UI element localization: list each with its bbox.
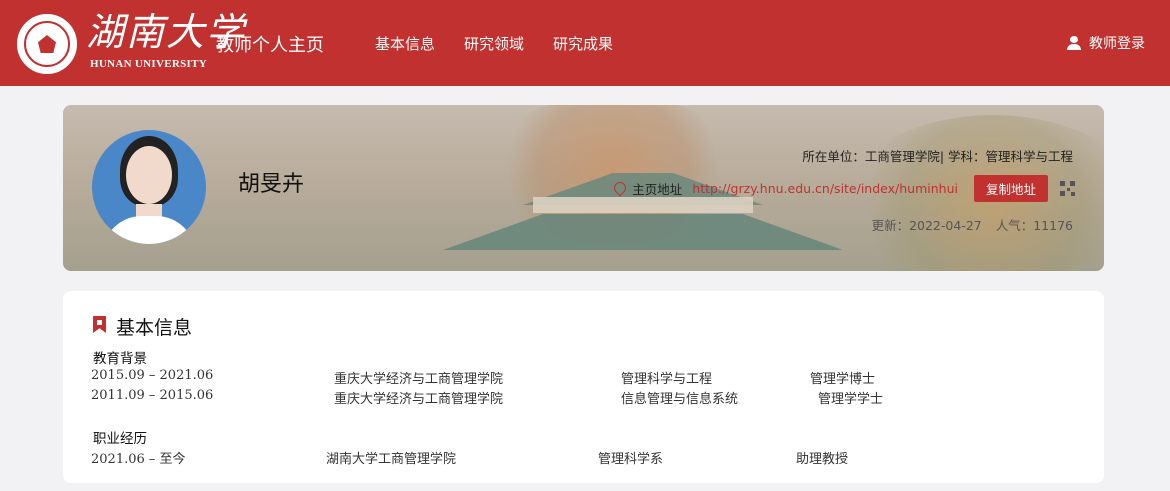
nav-basic-info[interactable]: 基本信息 bbox=[375, 33, 435, 54]
logo-english[interactable]: HUNAN UNIVERSITY bbox=[90, 58, 207, 70]
qr-code-icon[interactable] bbox=[1060, 180, 1075, 196]
career-label: 职业经历 bbox=[93, 431, 147, 447]
career-title: 助理教授 bbox=[796, 452, 849, 467]
profile-banner: 胡旻卉 所在单位：工商管理学院| 学科：管理科学与工程 主页地址 http://… bbox=[63, 105, 1104, 271]
edu-degree: 管理学学士 bbox=[818, 392, 884, 407]
seal-logo-icon[interactable] bbox=[17, 14, 77, 74]
location-pin-icon bbox=[614, 182, 624, 195]
career-period: 2021.06 – 至今 bbox=[91, 452, 186, 467]
section-title: 基本信息 bbox=[116, 317, 193, 339]
edu-school: 重庆大学经济与工商管理学院 bbox=[334, 372, 504, 387]
teacher-name: 胡旻卉 bbox=[238, 172, 305, 197]
top-bar: 湖南大学 HUNAN UNIVERSITY 教师个人主页 基本信息 研究领域 研… bbox=[0, 0, 1170, 86]
education-label: 教育背景 bbox=[93, 351, 147, 367]
edu-period: 2011.09 – 2015.06 bbox=[91, 388, 214, 403]
updated-date: 更新：2022-04-27 bbox=[871, 218, 982, 233]
edu-degree: 管理学博士 bbox=[810, 372, 876, 387]
bookmark-icon bbox=[93, 316, 106, 333]
unit-subject: 所在单位：工商管理学院| 学科：管理科学与工程 bbox=[802, 149, 1073, 164]
popularity-count: 人气：11176 bbox=[995, 218, 1073, 233]
login-label: 教师登录 bbox=[1089, 36, 1145, 52]
edu-period: 2015.09 – 2021.06 bbox=[91, 368, 214, 383]
address-label: 主页地址 bbox=[632, 181, 683, 197]
user-icon bbox=[1067, 36, 1081, 50]
homepage-address-row: 主页地址 http://grzy.hnu.edu.cn/site/index/h… bbox=[614, 174, 1075, 202]
edu-school: 重庆大学经济与工商管理学院 bbox=[334, 392, 504, 407]
edu-major: 信息管理与信息系统 bbox=[621, 392, 739, 407]
nav-research-area[interactable]: 研究领域 bbox=[464, 33, 524, 54]
site-title: 教师个人主页 bbox=[216, 35, 324, 56]
career-dept: 管理科学系 bbox=[598, 452, 664, 467]
address-url[interactable]: http://grzy.hnu.edu.cn/site/index/huminh… bbox=[692, 181, 958, 196]
avatar bbox=[92, 130, 206, 244]
basic-info-card: 基本信息 教育背景 2015.09 – 2021.06 重庆大学经济与工商管理学… bbox=[63, 291, 1104, 483]
nav-research-results[interactable]: 研究成果 bbox=[553, 33, 613, 54]
career-org: 湖南大学工商管理学院 bbox=[326, 452, 457, 467]
update-meta: 更新：2022-04-27 人气：11176 bbox=[872, 215, 1073, 234]
login-link[interactable]: 教师登录 bbox=[1067, 33, 1145, 53]
edu-major: 管理科学与工程 bbox=[621, 372, 713, 387]
copy-address-button[interactable]: 复制地址 bbox=[973, 174, 1048, 202]
